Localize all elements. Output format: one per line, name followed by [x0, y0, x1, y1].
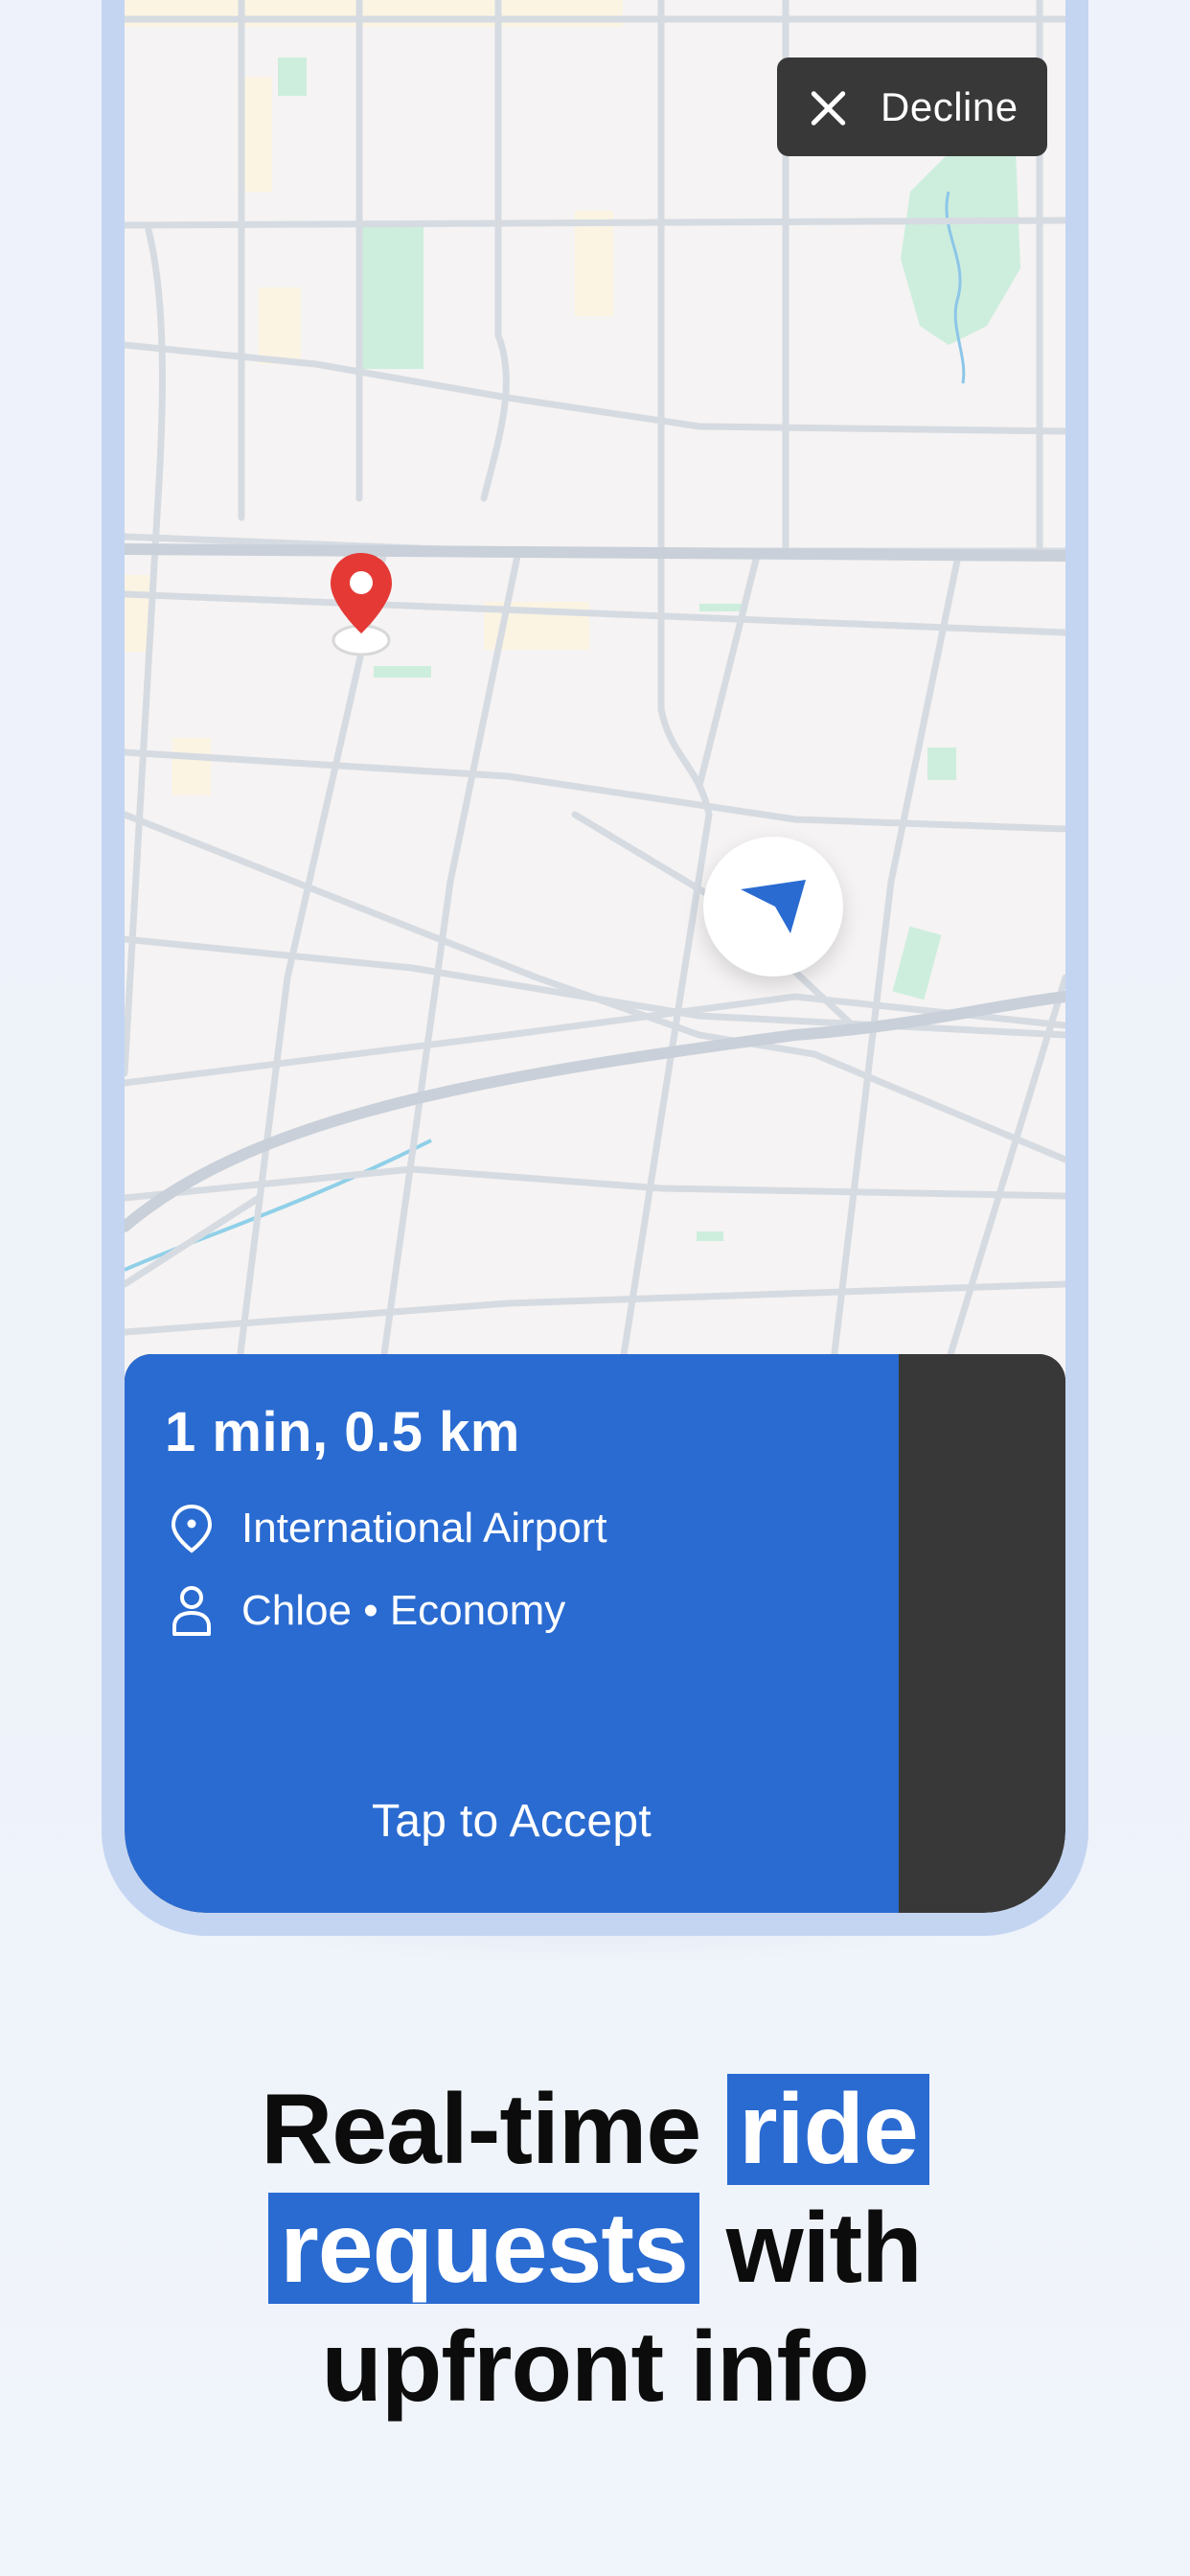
decline-label: Decline [881, 83, 1018, 129]
headline-line-1: Real-time ride [0, 2070, 1190, 2189]
countdown-remainder [899, 1354, 1065, 1913]
headline-text-plain-2: with [725, 2193, 923, 2304]
headline-text-plain-1: Real-time [261, 2074, 701, 2185]
close-icon [808, 87, 848, 127]
accept-area[interactable]: 1 min, 0.5 km International Airport Chlo… [125, 1354, 899, 1913]
recenter-button[interactable] [703, 837, 843, 977]
rider-text: Chloe • Economy [241, 1587, 566, 1634]
destination-text: International Airport [241, 1505, 607, 1552]
ride-request-card[interactable]: 1 min, 0.5 km International Airport Chlo… [125, 1354, 1065, 1913]
rider-row: Chloe • Economy [165, 1584, 565, 1638]
headline-highlight-2: requests [268, 2193, 699, 2304]
person-icon [165, 1584, 218, 1638]
headline-line-3: upfront info [321, 2312, 869, 2423]
decline-button[interactable]: Decline [777, 58, 1047, 156]
navigation-arrow-icon [741, 880, 806, 933]
tap-to-accept-label: Tap to Accept [371, 1796, 652, 1847]
phone-frame: Decline 1 min, 0.5 km International Airp… [102, 0, 1088, 1936]
location-pin-icon [165, 1502, 218, 1555]
destination-row: International Airport [165, 1502, 607, 1555]
eta-distance: 1 min, 0.5 km [165, 1401, 520, 1463]
headline-line-2: requests with [0, 2189, 1190, 2308]
pickup-pin-icon [328, 551, 395, 656]
headline-highlight-1: ride [727, 2074, 929, 2185]
map-view[interactable]: Decline [125, 0, 1065, 1361]
map-streets [125, 0, 1065, 1361]
marketing-headline: Real-time ride requests with upfront inf… [0, 2070, 1190, 2426]
